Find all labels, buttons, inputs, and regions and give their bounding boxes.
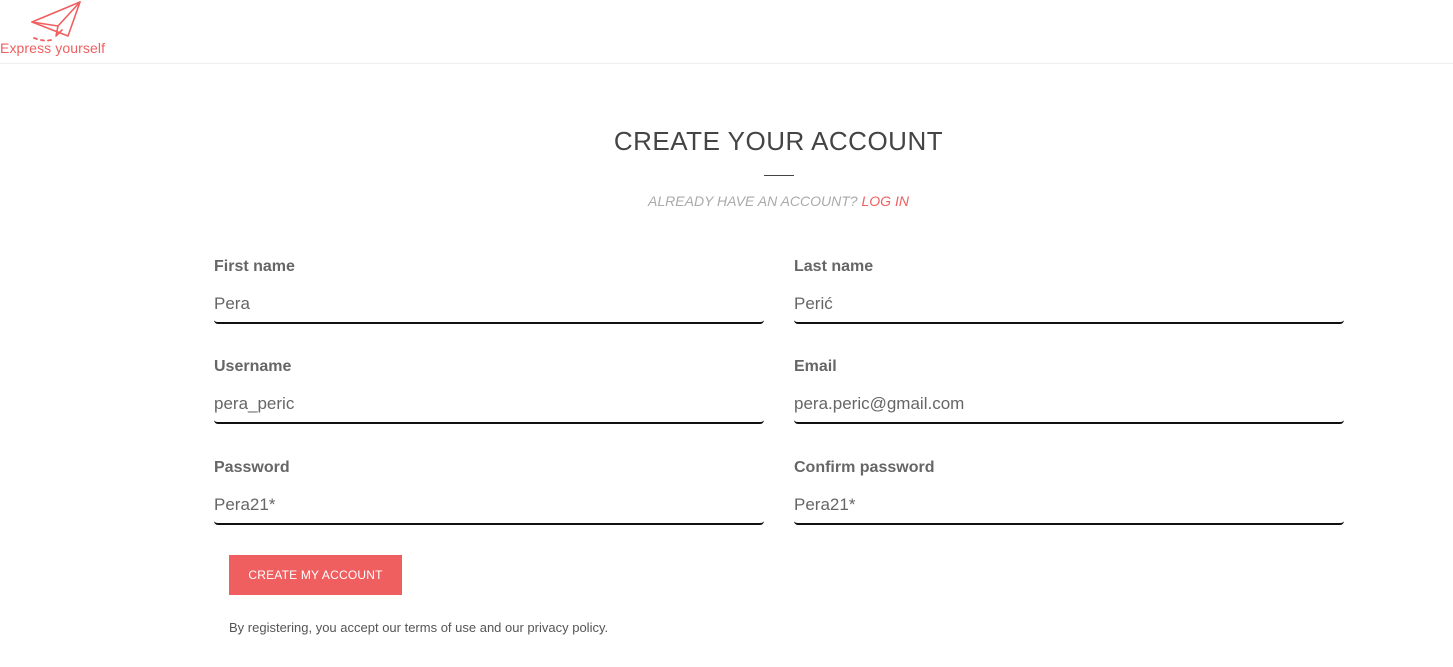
paper-plane-icon bbox=[31, 1, 81, 42]
email-label: Email bbox=[794, 358, 837, 375]
login-prompt: ALREADY HAVE AN ACCOUNT? bbox=[648, 193, 858, 209]
last-name-label: Last name bbox=[794, 258, 874, 275]
logo-text: Express yourself bbox=[0, 40, 106, 56]
username-input[interactable] bbox=[214, 380, 764, 424]
site-header: Express yourself bbox=[0, 0, 1453, 64]
terms-text: By registering, you accept our terms of … bbox=[229, 620, 609, 635]
first-name-label: First name bbox=[214, 258, 295, 275]
last-name-input[interactable] bbox=[794, 280, 1344, 324]
login-link[interactable]: LOG IN bbox=[861, 193, 908, 209]
username-label: Username bbox=[214, 358, 292, 375]
confirm-password-input[interactable] bbox=[794, 481, 1344, 525]
create-account-button[interactable]: CREATE MY ACCOUNT bbox=[229, 555, 402, 595]
password-label: Password bbox=[214, 459, 290, 476]
first-name-input[interactable] bbox=[214, 280, 764, 324]
confirm-password-label: Confirm password bbox=[794, 459, 935, 476]
page-title: CREATE YOUR ACCOUNT bbox=[613, 126, 944, 156]
site-logo[interactable]: Express yourself bbox=[0, 0, 130, 64]
password-input[interactable] bbox=[214, 481, 764, 525]
title-divider bbox=[764, 175, 794, 176]
login-prompt-line: ALREADY HAVE AN ACCOUNT? LOG IN bbox=[0, 193, 1453, 209]
email-input[interactable] bbox=[794, 380, 1344, 424]
